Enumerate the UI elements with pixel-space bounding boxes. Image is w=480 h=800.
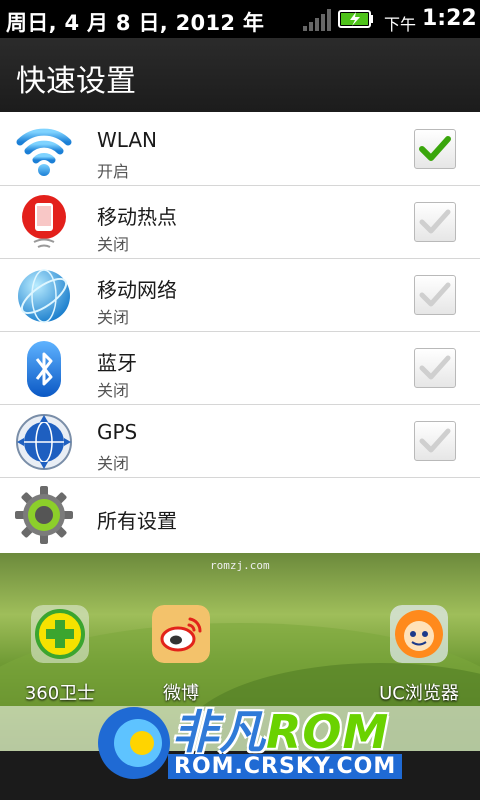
brand-name: 非凡ROM	[172, 696, 389, 762]
uc-browser-icon	[390, 605, 448, 663]
watermark-text: romzj.com	[210, 559, 270, 572]
status-date: 周日, 4 月 8 日, 2012 年	[6, 11, 265, 35]
bluetooth-icon	[27, 341, 61, 397]
checkmark-icon	[419, 136, 451, 161]
all-settings-row[interactable]: 所有设置	[0, 477, 480, 550]
hotspot-checkbox[interactable]	[414, 202, 456, 242]
status-bar: 周日, 4 月 8 日, 2012 年 下午 1:22	[0, 0, 480, 38]
checkmark-icon	[419, 355, 451, 380]
setting-row-gps[interactable]: GPS 关闭	[0, 404, 480, 478]
bluetooth-checkbox[interactable]	[414, 348, 456, 388]
gps-checkbox[interactable]	[414, 421, 456, 461]
quick-settings-header: 快速设置	[0, 38, 480, 112]
all-settings-label: 所有设置	[97, 509, 177, 533]
setting-row-mobile-network[interactable]: 移动网络 关闭	[0, 258, 480, 332]
status-ampm: 下午	[384, 15, 417, 34]
setting-name: WLAN	[97, 128, 158, 152]
gps-icon	[16, 414, 72, 470]
wlan-checkbox[interactable]	[414, 129, 456, 169]
home-screen: romzj.com 360卫士 微博 UC浏览器 非凡ROM ROM.CRSKY…	[0, 553, 480, 800]
360-security-icon	[31, 605, 89, 663]
mobile-network-checkbox[interactable]	[414, 275, 456, 315]
setting-status: 关闭	[97, 454, 130, 473]
wifi-icon	[16, 128, 72, 176]
setting-name: 移动网络	[97, 278, 177, 302]
setting-name: GPS	[97, 420, 138, 444]
status-time: 1:22	[422, 6, 477, 31]
mobile-hotspot-icon	[22, 195, 66, 248]
brand-suffix: ROM	[266, 705, 390, 759]
checkmark-icon	[419, 209, 451, 234]
brand-prefix: 非凡	[172, 705, 266, 759]
page-title: 快速设置	[16, 64, 136, 99]
setting-row-bluetooth[interactable]: 蓝牙 关闭	[0, 331, 480, 405]
mobile-network-icon	[18, 269, 70, 323]
setting-status: 开启	[97, 162, 130, 181]
weibo-icon	[152, 605, 210, 663]
brand-swirl-logo	[98, 707, 170, 779]
setting-row-hotspot[interactable]: 移动热点 关闭	[0, 185, 480, 259]
setting-status: 关闭	[97, 235, 130, 254]
battery-charging-icon	[338, 10, 373, 28]
setting-row-wlan[interactable]: WLAN 开启	[0, 112, 480, 186]
signal-strength-icon	[303, 9, 331, 31]
settings-gear-icon	[15, 486, 73, 544]
brand-url: ROM.CRSKY.COM	[168, 754, 403, 779]
setting-status: 关闭	[97, 381, 130, 400]
checkmark-icon	[419, 428, 451, 453]
checkmark-icon	[419, 282, 451, 307]
quick-settings-list: WLAN 开启 移动热点 关闭 移动网络 关闭 蓝牙 关闭 GPS 关闭 所有设…	[0, 112, 480, 553]
setting-name: 移动热点	[97, 205, 177, 229]
setting-status: 关闭	[97, 308, 130, 327]
setting-name: 蓝牙	[97, 351, 137, 375]
brand-watermark: 非凡ROM ROM.CRSKY.COM	[94, 688, 414, 798]
